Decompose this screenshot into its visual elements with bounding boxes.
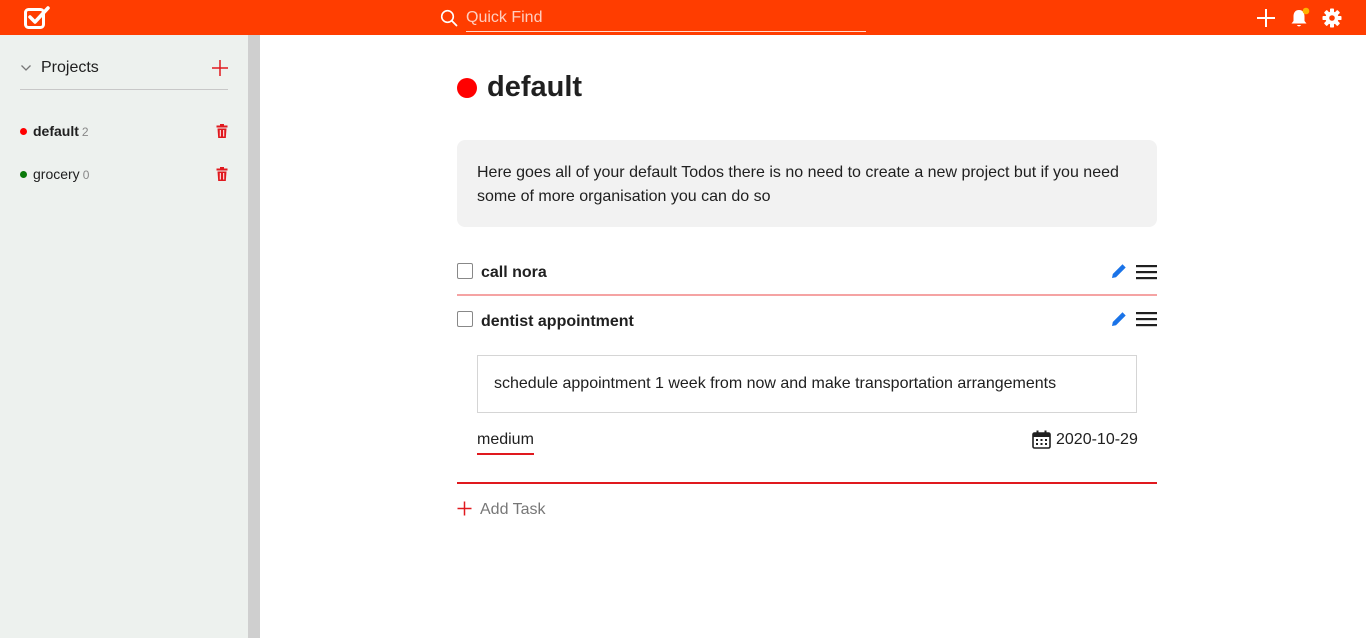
search-input[interactable]: [466, 4, 866, 32]
task-row: call nora: [457, 262, 1157, 292]
project-description: Here goes all of your default Todos ther…: [457, 140, 1157, 227]
task-title[interactable]: dentist appointment: [481, 313, 634, 331]
task-title[interactable]: call nora: [481, 264, 547, 282]
menu-icon[interactable]: [1136, 264, 1157, 280]
priority-selector[interactable]: medium: [477, 431, 534, 455]
project-name: grocery 0: [33, 166, 90, 182]
top-bar: [0, 0, 1366, 35]
pencil-icon[interactable]: [1111, 311, 1127, 327]
pencil-icon[interactable]: [1111, 263, 1127, 279]
sidebar: Projects default 2 grocery 0: [0, 35, 248, 638]
project-color-dot: [457, 78, 477, 98]
plus-icon: [457, 501, 472, 516]
trash-icon[interactable]: [216, 167, 228, 181]
task-separator: [457, 294, 1157, 296]
sidebar-item-grocery[interactable]: grocery 0: [20, 163, 230, 185]
search-icon: [440, 9, 458, 27]
quick-find: [440, 0, 866, 35]
page-title: default: [487, 71, 583, 103]
project-name: default 2: [33, 123, 89, 139]
add-task-label: Add Task: [480, 501, 546, 518]
sidebar-resize-handle[interactable]: [248, 35, 260, 638]
chevron-down-icon[interactable]: [20, 62, 32, 74]
calendar-icon: [1032, 430, 1051, 449]
projects-title: Projects: [41, 59, 99, 76]
plus-icon[interactable]: [1255, 7, 1277, 29]
project-color-dot: [20, 128, 27, 135]
due-date-label: 2020-10-29: [1056, 431, 1138, 448]
project-color-dot: [20, 171, 27, 178]
gear-icon[interactable]: [1321, 7, 1343, 29]
task-checkbox[interactable]: [457, 263, 473, 279]
add-project-icon[interactable]: [211, 59, 229, 77]
sidebar-item-default[interactable]: default 2: [20, 120, 230, 142]
task-row: dentist appointment: [457, 311, 1157, 341]
project-task-count: 2: [81, 125, 89, 139]
task-checkbox[interactable]: [457, 311, 473, 327]
menu-icon[interactable]: [1136, 311, 1157, 327]
bell-icon[interactable]: [1289, 7, 1311, 29]
checkbox-logo-icon[interactable]: [24, 6, 50, 29]
task-note[interactable]: schedule appointment 1 week from now and…: [477, 355, 1137, 413]
projects-header[interactable]: Projects: [20, 55, 228, 90]
trash-icon[interactable]: [216, 124, 228, 138]
task-separator: [457, 482, 1157, 484]
add-task-button[interactable]: Add Task: [457, 499, 577, 523]
project-task-count: 0: [82, 168, 90, 182]
